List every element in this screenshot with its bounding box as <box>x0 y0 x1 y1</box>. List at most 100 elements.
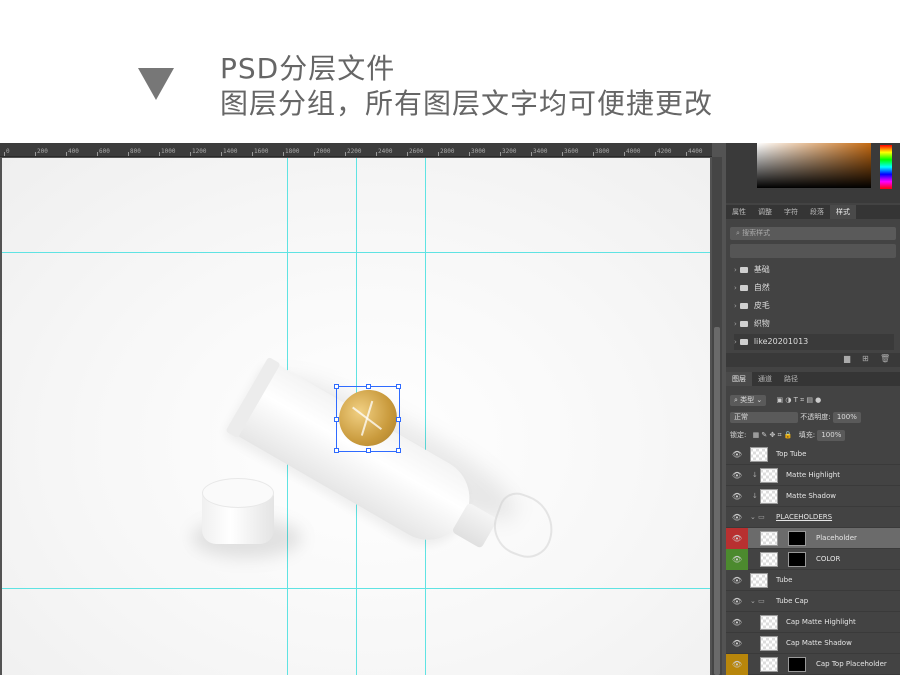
layer-row[interactable]: 👁 Tube <box>726 570 900 591</box>
style-folder-label: 自然 <box>753 283 770 292</box>
layer-row[interactable]: 👁 ↓ Matte Highlight <box>726 465 900 486</box>
title-line-2: 图层分组，所有图层文字均可便捷更改 <box>220 87 714 120</box>
eye-icon[interactable]: 👁 <box>726 507 748 528</box>
eye-icon[interactable]: 👁 <box>726 570 748 591</box>
eye-icon[interactable]: 👁 <box>726 444 748 465</box>
style-search-input[interactable]: ⌕ 搜索样式 <box>730 227 896 240</box>
tab-路径[interactable]: 路径 <box>778 372 804 386</box>
tab-属性[interactable]: 属性 <box>726 205 752 219</box>
transform-handle[interactable] <box>396 448 401 453</box>
transform-handle[interactable] <box>366 448 371 453</box>
tube-cap[interactable] <box>202 478 274 550</box>
layer-thumbnail[interactable] <box>760 657 778 672</box>
group-folder-icon[interactable]: ⌄ ▭ <box>750 591 765 612</box>
layer-mask-thumbnail[interactable] <box>788 657 806 672</box>
tab-样式[interactable]: 样式 <box>830 205 856 219</box>
layer-thumbnail[interactable] <box>750 573 768 588</box>
layer-row[interactable]: 👁 Cap Top Placeholder <box>726 654 900 675</box>
layer-mask-thumbnail[interactable] <box>788 531 806 546</box>
transform-handle[interactable] <box>334 417 339 422</box>
chevron-right-icon[interactable]: › <box>734 302 737 310</box>
eye-icon[interactable]: 👁 <box>726 549 748 570</box>
style-folder[interactable]: › 皮毛 <box>734 298 894 314</box>
layer-row[interactable]: 👁 ⌄ ▭ PLACEHOLDERS <box>726 507 900 528</box>
tab-图层[interactable]: 图层 <box>726 372 752 386</box>
layer-name: Matte Shadow <box>786 492 836 500</box>
guide-vertical[interactable] <box>425 158 426 675</box>
color-field[interactable] <box>757 143 871 188</box>
eye-icon[interactable]: 👁 <box>726 612 748 633</box>
transform-bounding-box[interactable] <box>334 384 401 453</box>
filter-kind-select[interactable]: ⌕ 类型 ⌄ <box>730 395 767 406</box>
chevron-right-icon[interactable]: › <box>734 266 737 274</box>
ruler-tick <box>66 152 67 156</box>
layer-row[interactable]: 👁 Cap Matte Shadow <box>726 633 900 654</box>
layer-thumbnail[interactable] <box>750 447 768 462</box>
layer-thumbnail[interactable] <box>760 531 778 546</box>
folder-icon[interactable]: ▆ <box>844 354 850 363</box>
tab-段落[interactable]: 段落 <box>804 205 830 219</box>
chevron-right-icon[interactable]: › <box>734 284 737 292</box>
layer-thumbnail[interactable] <box>760 552 778 567</box>
color-picker[interactable] <box>726 143 900 203</box>
ruler-tick-label: 1800 <box>285 148 300 155</box>
layer-thumbnail[interactable] <box>760 468 778 483</box>
ruler-tick <box>438 152 439 156</box>
eye-icon[interactable]: 👁 <box>726 591 748 612</box>
eye-icon[interactable]: 👁 <box>726 654 748 675</box>
transform-handle[interactable] <box>334 384 339 389</box>
ruler-tick <box>345 152 346 156</box>
layer-thumbnail[interactable] <box>760 636 778 651</box>
fill-input[interactable]: 100% <box>817 430 846 441</box>
style-preset-bar[interactable] <box>730 244 896 258</box>
transform-handle[interactable] <box>334 448 339 453</box>
clip-arrow-icon: ↓ <box>752 492 758 500</box>
opacity-input[interactable]: 100% <box>832 412 861 423</box>
tab-字符[interactable]: 字符 <box>778 205 804 219</box>
layer-thumbnail[interactable] <box>760 489 778 504</box>
transform-handle[interactable] <box>396 384 401 389</box>
layer-row[interactable]: 👁 Placeholder <box>726 528 900 549</box>
document-canvas[interactable] <box>2 158 710 675</box>
transform-handle[interactable] <box>396 417 401 422</box>
ruler-tick-label: 4000 <box>626 148 641 155</box>
ruler-tick-label: 3400 <box>533 148 548 155</box>
filter-icons[interactable]: ▣ ◑ T ⌗ ▤ ● <box>776 396 821 404</box>
horizontal-ruler[interactable]: 0 200 400 600 800 1000 1200 1400 1600 1800 2000 220… <box>0 143 712 157</box>
layers-tabs: 图层 通道 路径 <box>726 372 900 386</box>
tab-调整[interactable]: 调整 <box>752 205 778 219</box>
tab-通道[interactable]: 通道 <box>752 372 778 386</box>
hue-slider[interactable] <box>880 145 892 189</box>
style-folder-label: 基础 <box>753 265 770 274</box>
layer-row[interactable]: 👁 Cap Matte Highlight <box>726 612 900 633</box>
new-style-icon[interactable]: ⊞ <box>862 354 869 363</box>
trash-icon[interactable]: 🗑 <box>880 354 890 363</box>
layer-row[interactable]: 👁 COLOR <box>726 549 900 570</box>
lock-icons[interactable]: ▦ ✎ ✥ ⌗ 🔒 <box>753 431 793 439</box>
ruler-tick <box>469 152 470 156</box>
ruler-tick <box>376 152 377 156</box>
folder-icon <box>739 302 748 309</box>
eye-icon[interactable]: 👁 <box>726 486 748 507</box>
vertical-scrollbar[interactable] <box>712 157 722 675</box>
style-folder[interactable]: › 织物 <box>734 316 894 332</box>
ruler-tick-label: 1600 <box>254 148 269 155</box>
group-folder-icon[interactable]: ⌄ ▭ <box>750 507 765 528</box>
eye-icon[interactable]: 👁 <box>726 528 748 549</box>
layer-row[interactable]: 👁 Top Tube <box>726 444 900 465</box>
layer-mask-thumbnail[interactable] <box>788 552 806 567</box>
transform-handle[interactable] <box>366 384 371 389</box>
layer-thumbnail[interactable] <box>760 615 778 630</box>
eye-icon[interactable]: 👁 <box>726 465 748 486</box>
chevron-right-icon[interactable]: › <box>734 338 737 346</box>
style-folder[interactable]: › like20201013 <box>734 334 894 350</box>
scrollbar-thumb[interactable] <box>714 327 720 675</box>
layer-row[interactable]: 👁 ↓ Matte Shadow <box>726 486 900 507</box>
style-folder[interactable]: › 基础 <box>734 262 894 278</box>
layer-row[interactable]: 👁 ⌄ ▭ Tube Cap <box>726 591 900 612</box>
layer-name: Cap Matte Shadow <box>786 639 852 647</box>
eye-icon[interactable]: 👁 <box>726 633 748 654</box>
style-folder[interactable]: › 自然 <box>734 280 894 296</box>
blend-mode-select[interactable]: 正常 <box>730 412 798 423</box>
chevron-right-icon[interactable]: › <box>734 320 737 328</box>
